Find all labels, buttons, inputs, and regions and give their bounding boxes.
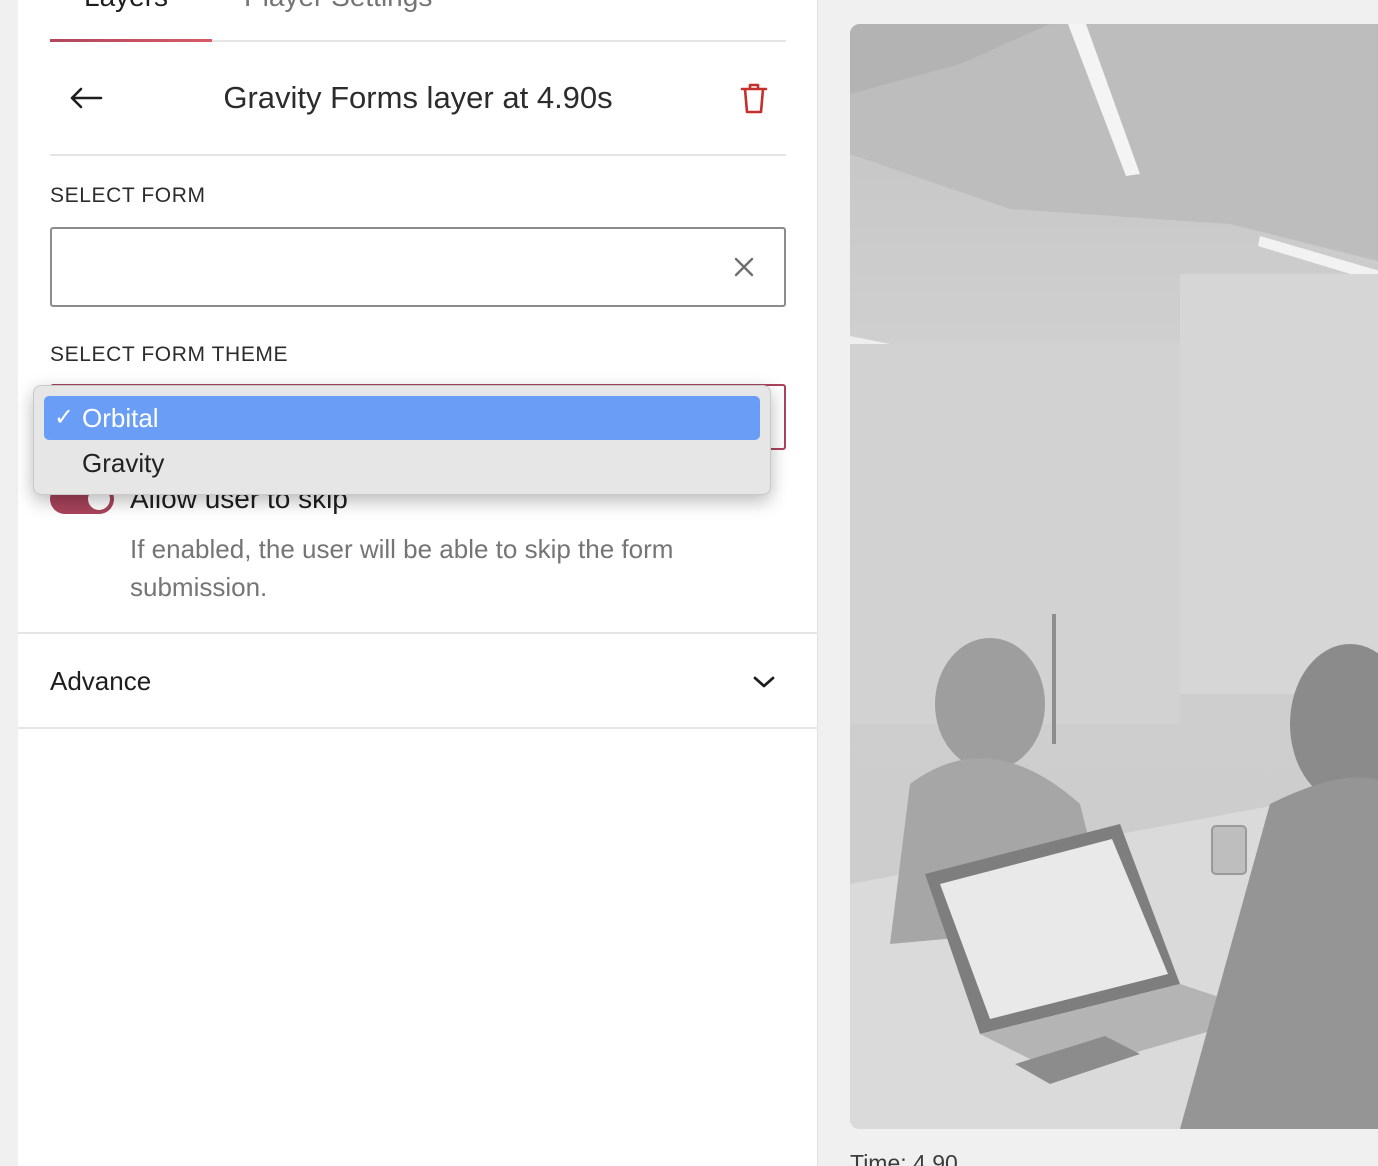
video-preview[interactable] bbox=[850, 24, 1378, 1129]
theme-option-gravity[interactable]: Gravity bbox=[44, 441, 760, 485]
select-form-theme-label: SELECT FORM THEME bbox=[50, 343, 289, 366]
video-frame-image bbox=[850, 24, 1378, 1129]
layer-header: Gravity Forms layer at 4.90s bbox=[50, 42, 786, 156]
trash-icon bbox=[740, 83, 768, 114]
tab-player-settings[interactable]: Player Settings bbox=[244, 0, 432, 12]
checkmark-icon: ✓ bbox=[54, 404, 75, 431]
select-form-input[interactable] bbox=[70, 247, 710, 287]
allow-skip-help-text: If enabled, the user will be able to ski… bbox=[130, 534, 674, 602]
option-label: Orbital bbox=[82, 403, 159, 433]
form-theme-dropdown-list: ✓ Orbital Gravity bbox=[33, 385, 771, 495]
advance-label: Advance bbox=[50, 666, 152, 696]
select-form-label: SELECT FORM bbox=[50, 184, 206, 207]
panel-tabs: Layers Player Settings bbox=[50, 0, 786, 42]
theme-option-orbital[interactable]: ✓ Orbital bbox=[44, 396, 760, 440]
chevron-down-icon bbox=[753, 676, 775, 688]
playback-time-label: Time: 4.90 bbox=[850, 1150, 958, 1166]
tab-layers[interactable]: Layers bbox=[84, 0, 168, 12]
page-title: Gravity Forms layer at 4.90s bbox=[223, 80, 613, 115]
delete-layer-button[interactable] bbox=[736, 80, 772, 116]
advance-section-toggle[interactable]: Advance bbox=[18, 632, 818, 729]
select-form-field[interactable] bbox=[50, 227, 786, 307]
option-label: Gravity bbox=[82, 448, 165, 478]
close-icon[interactable] bbox=[732, 255, 756, 279]
layer-settings-panel: Layers Player Settings Gravity Forms lay… bbox=[18, 0, 818, 1166]
